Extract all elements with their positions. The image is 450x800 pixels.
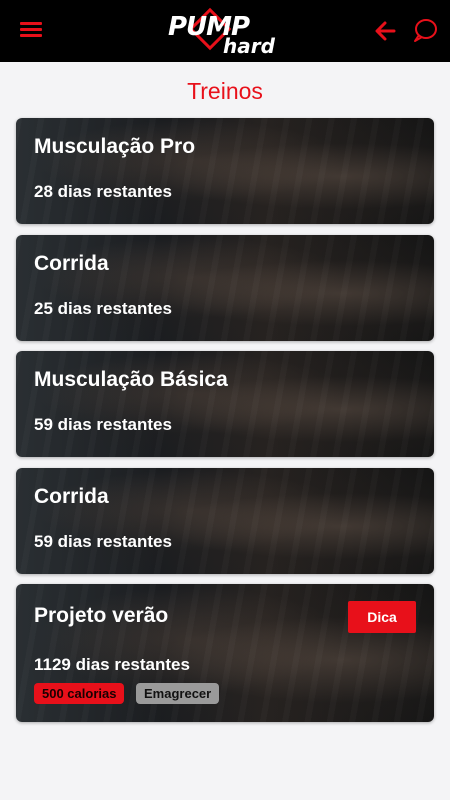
workout-card[interactable]: Projeto verão Dica 1129 dias restantes 5… [16,584,434,722]
calories-tag: 500 calorias [34,683,125,704]
chat-bubble-icon[interactable] [411,16,439,44]
logo-text-bottom: hard [223,34,275,58]
workout-title: Corrida [34,485,109,508]
workout-days-remaining: 59 dias restantes [34,532,172,551]
arrow-left-icon[interactable] [372,18,398,44]
workout-card[interactable]: Corrida 59 dias restantes [16,468,434,574]
workout-title: Projeto verão [34,604,169,627]
workout-card[interactable]: Musculação Básica 59 dias restantes [16,351,434,457]
page-title: Treinos [187,78,263,104]
tip-button[interactable]: Dica [348,601,416,633]
workout-card[interactable]: Musculação Pro 28 dias restantes [16,118,434,224]
workout-days-remaining: 28 dias restantes [34,182,172,201]
workout-days-remaining: 59 dias restantes [34,415,172,434]
workout-title: Musculação Pro [34,135,196,158]
hamburger-menu-icon[interactable] [20,20,42,38]
workout-title: Corrida [34,252,109,275]
top-app-bar: PUMP hard [0,0,450,62]
pump-hard-logo: PUMP hard [165,6,285,60]
goal-tag: Emagrecer [136,683,220,704]
workout-days-remaining: 25 dias restantes [34,299,172,318]
workout-days-remaining: 1129 dias restantes [34,655,190,674]
workout-card[interactable]: Corrida 25 dias restantes [16,235,434,341]
workout-title: Musculação Básica [34,368,228,391]
